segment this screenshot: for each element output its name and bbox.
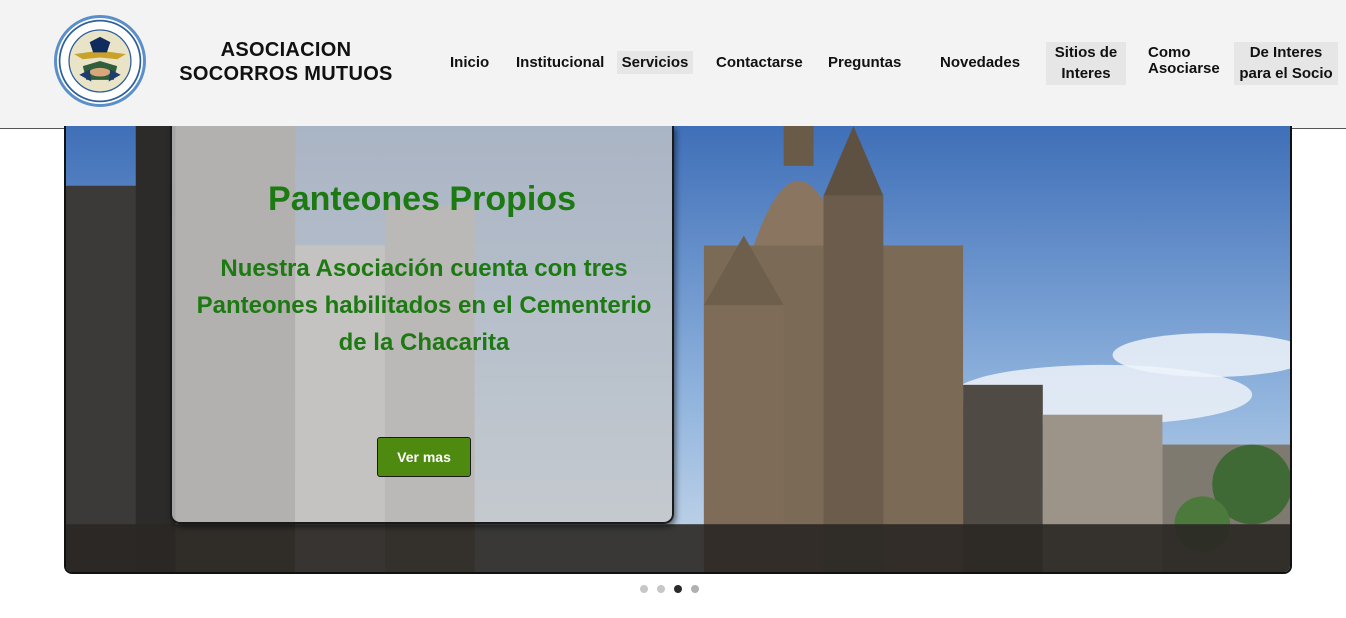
nav-sitios-de-interes[interactable]: Sitios de Interes — [1046, 42, 1126, 85]
nav-deinteres-line-2: para el Socio — [1239, 65, 1333, 82]
carousel-dot-3[interactable] — [674, 585, 682, 593]
carousel-indicators — [640, 585, 699, 593]
brand-line-1: ASOCIACION — [220, 39, 352, 61]
slide-caption-panel: Panteones Propios Nuestra Asociación cue… — [170, 126, 674, 524]
site-header: ASOCIACION SOCORROS MUTUOS Inicio Instit… — [0, 0, 1346, 129]
slide-title: Panteones Propios — [268, 180, 576, 218]
nav-preguntas[interactable]: Preguntas — [828, 53, 901, 73]
nav-de-interes-para-el-socio[interactable]: De Interes para el Socio — [1234, 42, 1338, 85]
nav-contactarse[interactable]: Contactarse — [716, 53, 803, 73]
association-logo[interactable] — [54, 15, 146, 107]
nav-novedades[interactable]: Novedades — [940, 53, 1020, 73]
brand-line-2: SOCORROS MUTUOS — [179, 63, 393, 85]
nav-servicios[interactable]: Servicios — [617, 51, 693, 74]
carousel-dot-4[interactable] — [691, 585, 699, 593]
nav-sitios-line-2: Interes — [1061, 65, 1111, 82]
ver-mas-button[interactable]: Ver mas — [377, 437, 471, 477]
nav-deinteres-line-1: De Interes — [1249, 44, 1323, 61]
nav-sitios-line-1: Sitios de — [1054, 44, 1118, 61]
nav-como-line-2: Asociarse — [1148, 60, 1220, 77]
carousel-dot-2[interactable] — [657, 585, 665, 593]
carousel-dot-1[interactable] — [640, 585, 648, 593]
nav-como-asociarse[interactable]: Como Asociarse — [1148, 45, 1220, 77]
brand-title[interactable]: ASOCIACION SOCORROS MUTUOS — [168, 38, 404, 86]
nav-institucional[interactable]: Institucional — [516, 53, 604, 73]
nav-como-line-1: Como — [1148, 44, 1191, 61]
slide-description: Nuestra Asociación cuenta con tres Pante… — [196, 255, 652, 356]
hero-carousel[interactable]: Panteones Propios Nuestra Asociación cue… — [64, 126, 1292, 574]
nav-inicio[interactable]: Inicio — [450, 53, 489, 73]
association-emblem-icon — [58, 19, 142, 103]
